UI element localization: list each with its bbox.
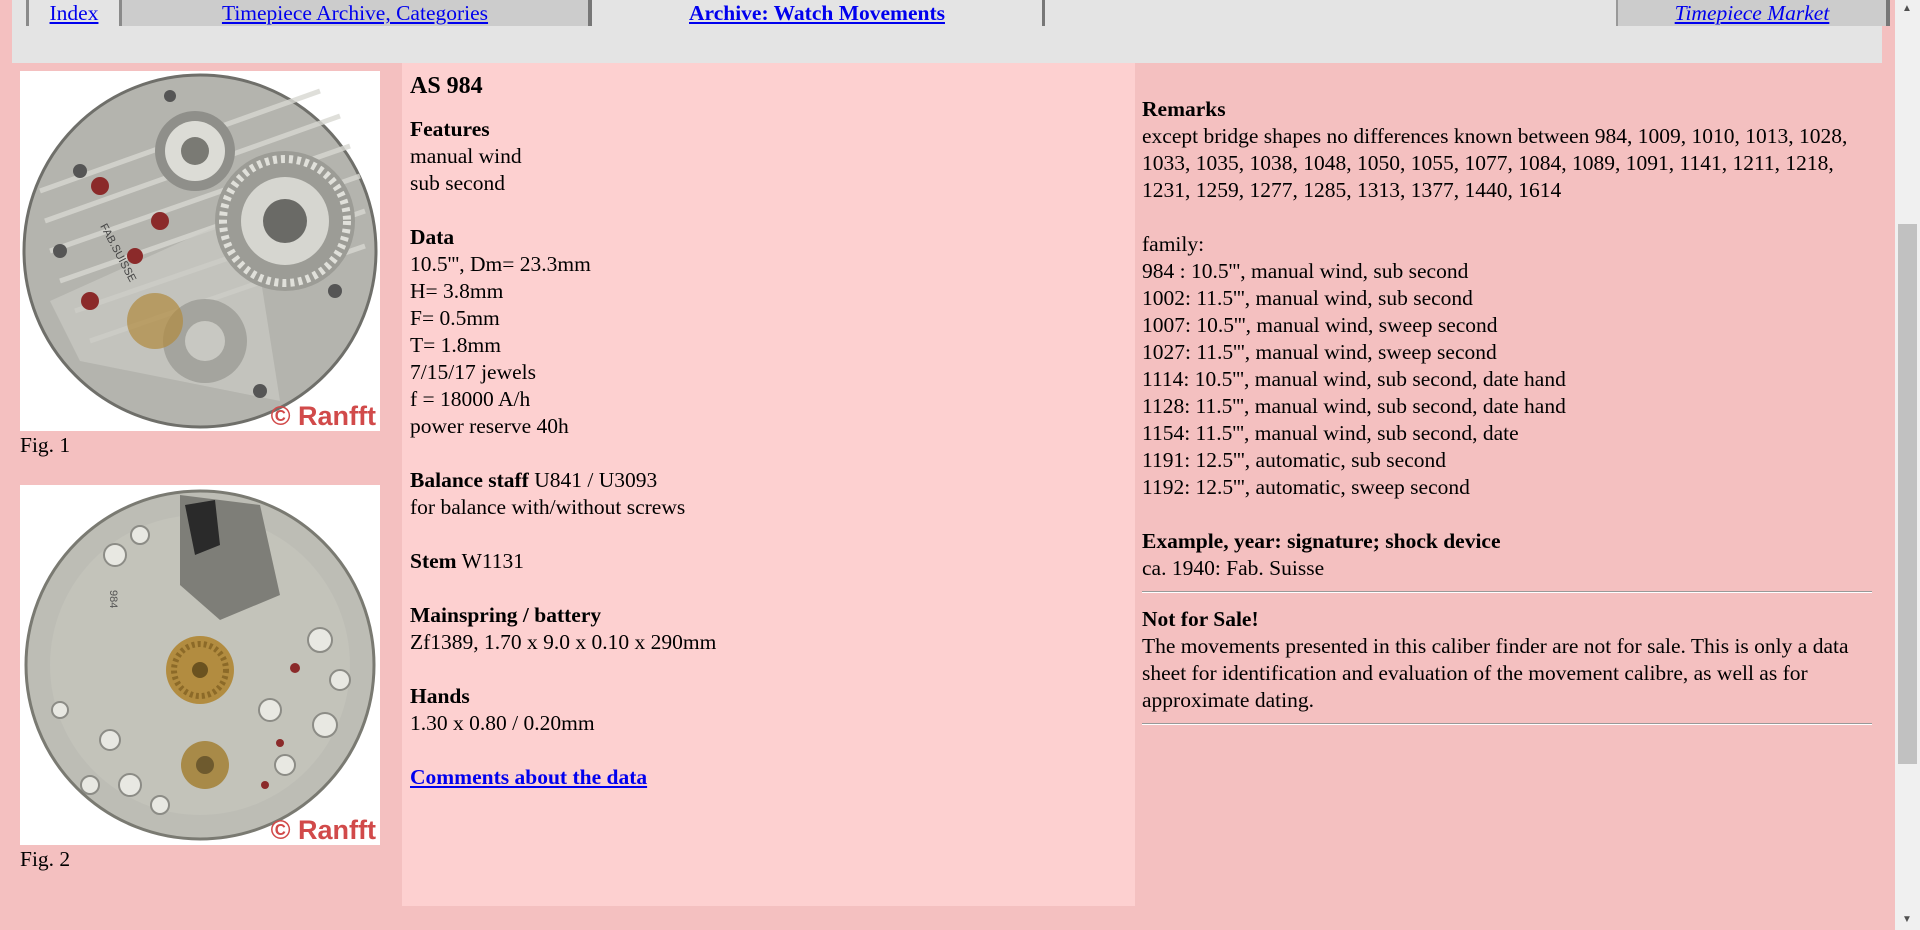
balance-staff-value: U841 / U3093 — [528, 468, 658, 492]
features-heading: Features — [410, 117, 490, 141]
remarks-text: except bridge shapes no differences know… — [1142, 124, 1848, 202]
stem-value: W1131 — [456, 549, 525, 573]
caliber-title: AS 984 — [410, 73, 483, 99]
example-heading: Example, year: signature; shock device — [1142, 529, 1501, 553]
family-item: 1007: 10.5''', manual wind, sweep second — [1142, 313, 1498, 337]
not-for-sale-heading: Not for Sale! — [1142, 607, 1259, 631]
nav-link-timepiece-market[interactable]: Timepiece Market — [1675, 2, 1830, 24]
not-for-sale-text: The movements presented in this caliber … — [1142, 634, 1849, 712]
feature-item: sub second — [410, 171, 505, 195]
mainspring-value: Zf1389, 1.70 x 9.0 x 0.10 x 290mm — [410, 630, 717, 654]
comments-link[interactable]: Comments about the data — [410, 765, 647, 789]
not-for-sale-section: Not for Sale! The movements presented in… — [1142, 606, 1872, 714]
divider — [1142, 591, 1872, 593]
technical-data-column: AS 984 Features manual wind sub second D… — [402, 63, 1135, 906]
remarks-column: Remarks except bridge shapes no differen… — [1135, 63, 1883, 906]
scrollbar-thumb[interactable] — [1898, 224, 1917, 764]
family-item: 984 : 10.5''', manual wind, sub second — [1142, 259, 1469, 283]
family-item: 1191: 12.5''', automatic, sub second — [1142, 448, 1447, 472]
data-section: Data 10.5''', Dm= 23.3mm H= 3.8mm F= 0.5… — [410, 224, 1120, 440]
data-line: F= 0.5mm — [410, 306, 500, 330]
family-label: family: — [1142, 232, 1205, 256]
data-line: H= 3.8mm — [410, 279, 504, 303]
movement-calibre-number: 984 — [107, 590, 119, 608]
movement-photo-dial-side: FAB.SUISSE © Ranfft — [20, 71, 380, 431]
family-item: 1154: 11.5''', manual wind, sub second, … — [1142, 421, 1519, 445]
nav-link-watch-movements[interactable]: Archive: Watch Movements — [689, 2, 945, 24]
data-line: power reserve 40h — [410, 414, 569, 438]
vertical-scrollbar[interactable]: ▲ ▼ — [1895, 0, 1920, 930]
feature-item: manual wind — [410, 144, 522, 168]
family-item: 1002: 11.5''', manual wind, sub second — [1142, 286, 1473, 310]
nav-cell-market: Timepiece Market — [1616, 0, 1890, 26]
example-section: Example, year: signature; shock device c… — [1142, 528, 1872, 582]
scroll-up-icon[interactable]: ▲ — [1902, 4, 1912, 14]
data-line: f = 18000 A/h — [410, 387, 531, 411]
balance-staff-note: for balance with/without screws — [410, 495, 686, 519]
ranfft-watermark: © Ranfft — [271, 815, 376, 845]
family-item: 1192: 12.5''', automatic, sweep second — [1142, 475, 1470, 499]
mainspring-section: Mainspring / battery Zf1389, 1.70 x 9.0 … — [410, 602, 1120, 656]
nav-link-archive-categories[interactable]: Timepiece Archive, Categories — [222, 2, 488, 24]
divider — [1142, 723, 1872, 725]
nav-cell-archive: Timepiece Archive, Categories — [122, 0, 592, 26]
features-section: Features manual wind sub second — [410, 116, 1120, 197]
hands-heading: Hands — [410, 684, 470, 708]
balance-staff-heading: Balance staff — [410, 468, 529, 492]
data-heading: Data — [410, 225, 455, 249]
balance-staff-section: Balance staff U841 / U3093 for balance w… — [410, 467, 1120, 521]
figure-caption-1: Fig. 1 — [20, 433, 71, 457]
nav-cell-index: Index — [26, 0, 122, 26]
ranfft-watermark: © Ranfft — [271, 401, 376, 431]
scroll-down-icon[interactable]: ▼ — [1902, 915, 1912, 925]
family-item: 1027: 11.5''', manual wind, sweep second — [1142, 340, 1497, 364]
family-item: 1114: 10.5''', manual wind, sub second, … — [1142, 367, 1566, 391]
example-value: ca. 1940: Fab. Suisse — [1142, 556, 1325, 580]
family-item: 1128: 11.5''', manual wind, sub second, … — [1142, 394, 1566, 418]
stem-section: Stem W1131 — [410, 548, 1120, 575]
hands-value: 1.30 x 0.80 / 0.20mm — [410, 711, 595, 735]
data-line: 10.5''', Dm= 23.3mm — [410, 252, 591, 276]
mainspring-heading: Mainspring / battery — [410, 603, 602, 627]
stem-heading: Stem — [410, 549, 457, 573]
top-navigation: Index Timepiece Archive, Categories Arch… — [12, 0, 1890, 63]
nav-cell-spacer — [1042, 0, 1616, 26]
figure-caption-2: Fig. 2 — [20, 847, 71, 871]
hands-section: Hands 1.30 x 0.80 / 0.20mm — [410, 683, 1120, 737]
remarks-heading: Remarks — [1142, 97, 1226, 121]
data-line: T= 1.8mm — [410, 333, 501, 357]
family-section: family: 984 : 10.5''', manual wind, sub … — [1142, 231, 1872, 501]
movement-photo-back-side: 984 © Ranfft — [20, 485, 380, 845]
nav-link-index[interactable]: Index — [50, 2, 99, 24]
data-line: 7/15/17 jewels — [410, 360, 536, 384]
nav-cell-current: Archive: Watch Movements — [592, 0, 1042, 26]
remarks-section: Remarks except bridge shapes no differen… — [1142, 96, 1872, 204]
figures-column: FAB.SUISSE © Ranfft Fig. 1 984 © Ranfft … — [12, 63, 402, 906]
